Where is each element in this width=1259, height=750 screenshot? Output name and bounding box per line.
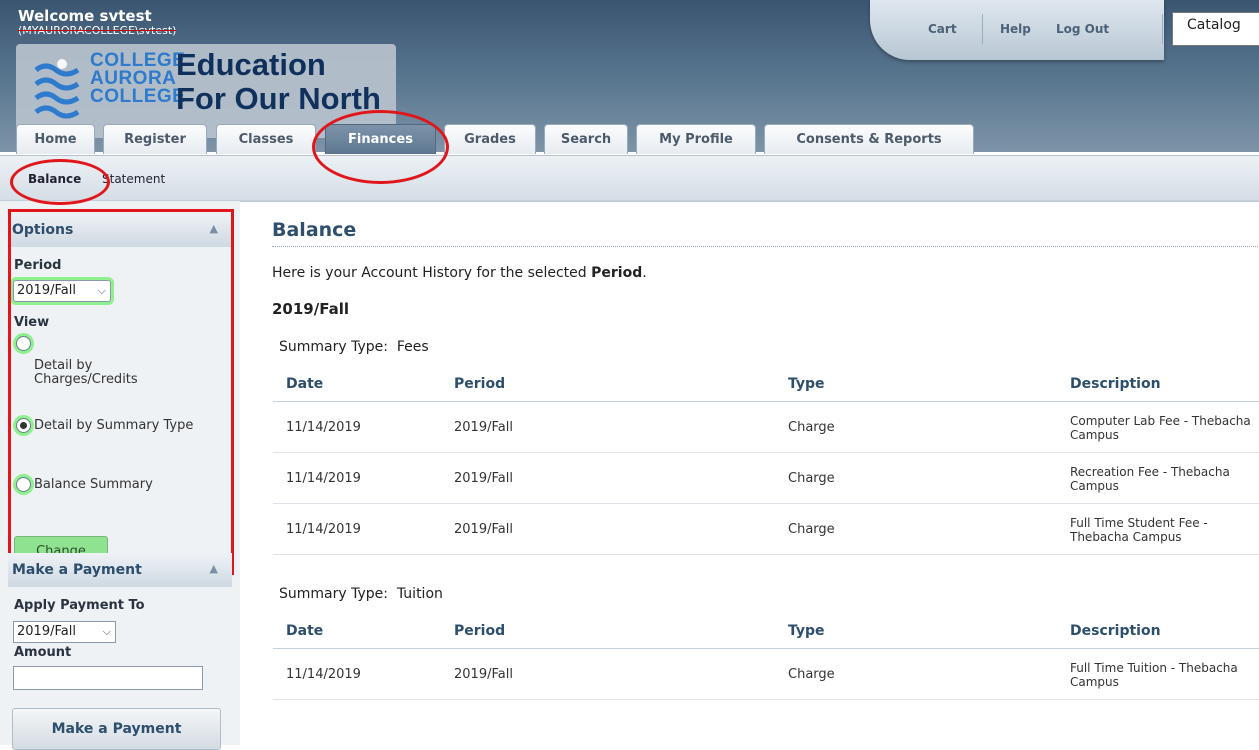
cell-description: Full Time Tuition - Thebacha Campus — [1057, 648, 1259, 700]
catalog-link[interactable]: Catalog — [1172, 12, 1259, 46]
table-row: 11/14/2019 2019/Fall Charge Recreation F… — [273, 452, 1259, 504]
col-period[interactable]: Period — [441, 614, 775, 649]
tab-search[interactable]: Search — [544, 124, 628, 154]
col-date[interactable]: Date — [273, 367, 441, 402]
cell-description: Recreation Fee - Thebacha Campus — [1057, 452, 1259, 504]
chevron-down-icon: ⌵ — [102, 625, 111, 638]
collapse-icon[interactable]: ▲ — [210, 562, 218, 575]
cell-period: 2019/Fall — [441, 503, 775, 555]
table-row: 11/14/2019 2019/Fall Charge Computer Lab… — [273, 401, 1259, 453]
cell-date: 11/14/2019 — [273, 503, 441, 555]
payment-panel-header[interactable]: Make a Payment ▲ — [8, 553, 232, 587]
fees-table: Date Period Type Description 11/14/2019 … — [273, 367, 1259, 555]
subnav-balance[interactable]: Balance — [28, 172, 81, 186]
intro-suffix: . — [642, 265, 647, 281]
cell-type: Charge — [775, 648, 1057, 700]
table-row: 11/14/2019 2019/Fall Charge Full Time St… — [273, 503, 1259, 555]
welcome-text: Welcome svtest — [18, 7, 152, 25]
col-period[interactable]: Period — [441, 367, 775, 402]
tab-classes[interactable]: Classes — [216, 124, 316, 154]
table-row: 11/14/2019 2019/Fall Charge Full Time Tu… — [273, 648, 1259, 700]
help-link[interactable]: Help — [1000, 22, 1031, 36]
tab-register[interactable]: Register — [103, 124, 207, 154]
top-links-bar: Cart Help Log Out — [870, 0, 1164, 60]
tab-my-profile[interactable]: My Profile — [636, 124, 756, 154]
apply-payment-value: 2019/Fall — [17, 624, 76, 639]
table-header-row: Date Period Type Description — [273, 614, 1259, 649]
col-description[interactable]: Description — [1057, 367, 1259, 402]
cell-period: 2019/Fall — [441, 452, 775, 504]
summary-type-fees: Summary Type: Fees — [279, 339, 429, 355]
cell-description: Computer Lab Fee - Thebacha Campus — [1057, 401, 1259, 453]
intro-bold: Period — [591, 265, 643, 281]
cell-type: Charge — [775, 452, 1057, 504]
payment-title: Make a Payment — [12, 562, 142, 578]
cell-date: 11/14/2019 — [273, 452, 441, 504]
page-title: Balance — [272, 219, 357, 241]
tab-finances[interactable]: Finances — [325, 124, 436, 154]
intro-text: Here is your Account History for the sel… — [272, 265, 647, 281]
cell-date: 11/14/2019 — [273, 401, 441, 453]
logo-college-text: COLLEGE AURORA COLLEGE — [90, 51, 186, 107]
logo-line-3: COLLEGE — [90, 86, 186, 107]
apply-payment-label: Apply Payment To — [14, 598, 145, 613]
period-heading: 2019/Fall — [272, 300, 349, 318]
cell-type: Charge — [775, 401, 1057, 453]
col-date[interactable]: Date — [273, 614, 441, 649]
cart-link[interactable]: Cart — [928, 22, 957, 36]
amount-input[interactable] — [13, 666, 203, 690]
tab-consents-reports[interactable]: Consents & Reports — [764, 124, 974, 154]
tab-home[interactable]: Home — [16, 124, 95, 154]
logo-wave-icon — [32, 54, 82, 124]
divider — [1162, 14, 1163, 44]
title-divider — [272, 246, 1259, 247]
tagline-line-1: Education — [176, 47, 326, 82]
tab-grades[interactable]: Grades — [444, 124, 536, 154]
divider — [982, 14, 983, 44]
main-content: Balance Here is your Account History for… — [255, 201, 1259, 745]
col-description[interactable]: Description — [1057, 614, 1259, 649]
cell-date: 11/14/2019 — [273, 648, 441, 700]
header-banner: Welcome svtest (MYAURORACOLLEGE\svtest) … — [0, 0, 1259, 154]
amount-label: Amount — [14, 645, 72, 660]
logo-tagline: Education For Our North — [176, 48, 381, 116]
sidebar: Options ▲ Period 2019/Fall ⌵ View Detail… — [0, 201, 240, 750]
cell-description: Full Time Student Fee - Thebacha Campus — [1057, 503, 1259, 555]
finances-subnav: Balance Statement — [0, 155, 1259, 202]
logout-link[interactable]: Log Out — [1056, 22, 1109, 36]
summary-type-tuition: Summary Type: Tuition — [279, 586, 443, 602]
tagline-line-2: For Our North — [176, 81, 381, 116]
cell-period: 2019/Fall — [441, 648, 775, 700]
col-type[interactable]: Type — [775, 367, 1057, 402]
cell-period: 2019/Fall — [441, 401, 775, 453]
intro-prefix: Here is your Account History for the sel… — [272, 265, 592, 281]
apply-payment-select[interactable]: 2019/Fall ⌵ — [13, 621, 116, 643]
make-payment-button[interactable]: Make a Payment — [12, 708, 221, 750]
table-header-row: Date Period Type Description — [273, 367, 1259, 402]
subnav-statement[interactable]: Statement — [102, 172, 165, 186]
tuition-table: Date Period Type Description 11/14/2019 … — [273, 614, 1259, 700]
domain-username: (MYAURORACOLLEGE\svtest) — [18, 24, 177, 37]
col-type[interactable]: Type — [775, 614, 1057, 649]
options-highlight-box — [8, 209, 234, 575]
cell-type: Charge — [775, 503, 1057, 555]
